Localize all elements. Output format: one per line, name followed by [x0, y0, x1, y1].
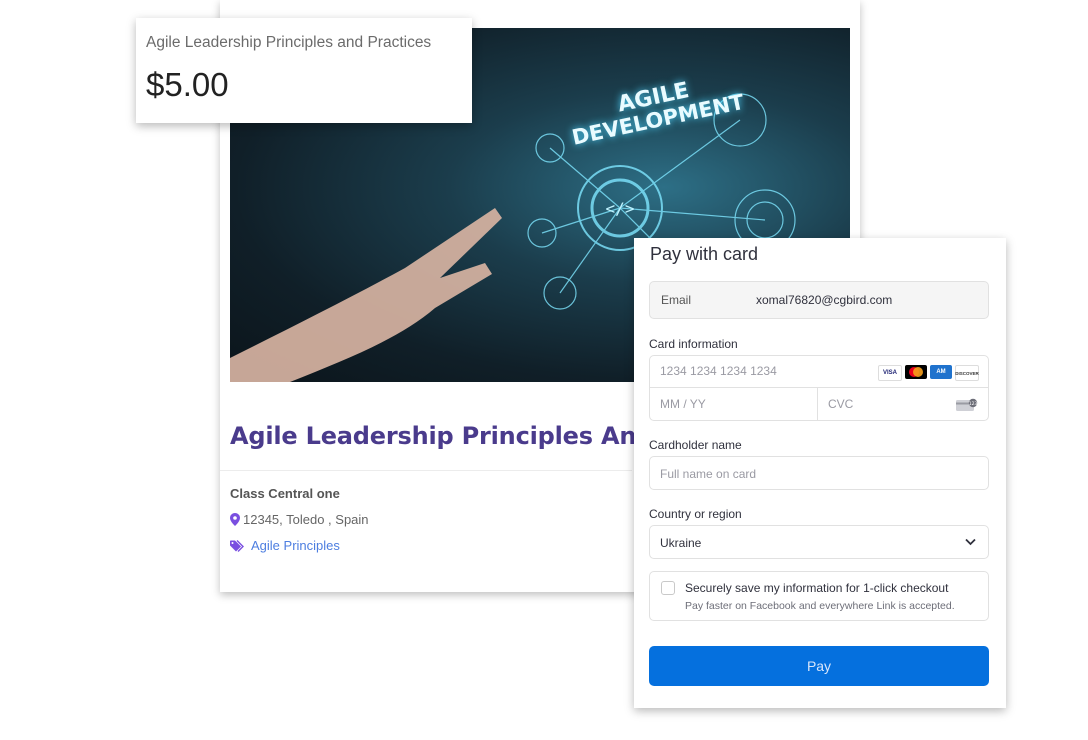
visa-icon: VISA [878, 365, 902, 381]
svg-text:123: 123 [969, 401, 978, 407]
price-course-name: Agile Leadership Principles and Practice… [146, 34, 432, 51]
email-label: Email [661, 293, 692, 307]
price-amount: $5.00 [146, 66, 229, 103]
save-info-title: Securely save my information for 1-click… [685, 581, 949, 595]
course-location: 12345, Toledo , Spain [230, 512, 369, 527]
mastercard-icon [905, 365, 927, 379]
card-info-group: VISA AM DISCOVER 123 [649, 355, 989, 421]
card-number-input[interactable] [660, 364, 860, 378]
cardholder-field [649, 456, 989, 490]
cvc-input[interactable] [828, 397, 938, 411]
tag-label[interactable]: Agile Principles [251, 538, 340, 553]
location-text: 12345, Toledo , Spain [243, 512, 369, 527]
cvc-card-icon: 123 [956, 398, 978, 411]
save-info-option[interactable]: Securely save my information for 1-click… [649, 571, 989, 621]
country-value: Ukraine [660, 536, 702, 550]
country-select[interactable]: Ukraine [649, 525, 989, 559]
email-field[interactable]: Email xomal76820@cgbird.com [649, 281, 989, 319]
course-tag[interactable]: Agile Principles [230, 538, 340, 553]
pay-button[interactable]: Pay [649, 646, 989, 686]
cardholder-label: Cardholder name [649, 438, 742, 452]
course-provider: Class Central one [230, 486, 340, 501]
country-label: Country or region [649, 507, 742, 521]
expiry-input[interactable] [660, 397, 800, 411]
course-title[interactable]: Agile Leadership Principles And [230, 422, 653, 450]
discover-icon: DISCOVER [955, 365, 979, 381]
expiry-cell [650, 388, 818, 420]
chevron-down-icon [965, 538, 976, 546]
cvc-cell: 123 [818, 388, 988, 420]
svg-text:</>: </> [606, 199, 635, 218]
email-value[interactable]: xomal76820@cgbird.com [756, 293, 892, 307]
cardholder-input[interactable] [660, 467, 960, 481]
tags-icon [230, 539, 244, 552]
card-brands: VISA AM DISCOVER [878, 365, 979, 381]
card-number-row: VISA AM DISCOVER [650, 356, 988, 388]
map-pin-icon [230, 513, 240, 526]
divider [220, 470, 632, 471]
save-info-checkbox[interactable] [661, 581, 675, 595]
amex-icon: AM [930, 365, 952, 379]
payment-form: Pay with card Email xomal76820@cgbird.co… [634, 238, 1006, 708]
price-summary: Agile Leadership Principles and Practice… [136, 18, 472, 123]
card-info-label: Card information [649, 337, 738, 351]
payment-title: Pay with card [650, 244, 759, 264]
save-info-subtitle: Pay faster on Facebook and everywhere Li… [685, 600, 955, 612]
